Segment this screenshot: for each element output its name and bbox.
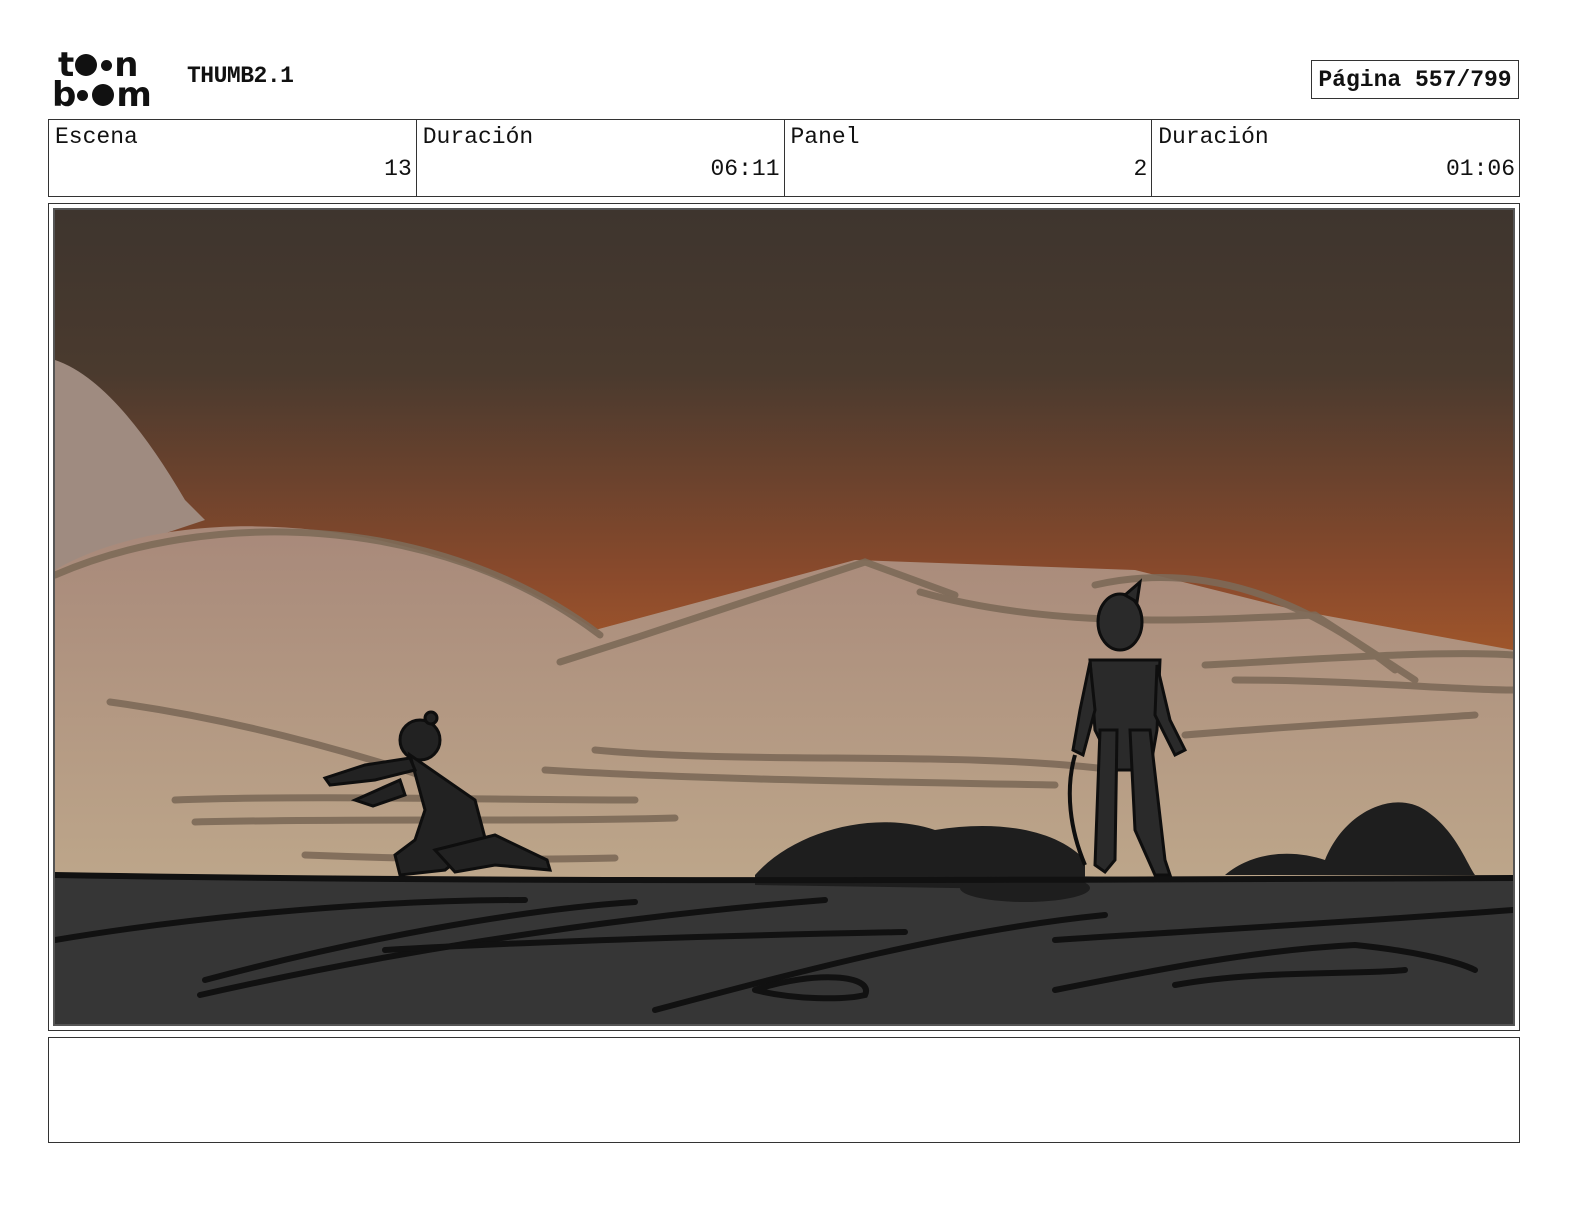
notes-box	[48, 1037, 1520, 1143]
desert-scene-drawing	[55, 210, 1513, 1024]
scene-cell: Escena 13	[49, 120, 417, 196]
scene-duration-label: Duración	[422, 124, 534, 150]
toonboom-logo: t n b m	[52, 48, 164, 115]
scene-value: 13	[384, 156, 412, 182]
panel-cell: Panel 2	[785, 120, 1153, 196]
panel-image	[53, 208, 1515, 1026]
panel-duration-value: 01:06	[1445, 156, 1515, 182]
panel-label: Panel	[790, 124, 860, 150]
storyboard-frame	[48, 203, 1520, 1031]
info-table: Escena 13 Duración 06:11 Panel 2 Duració…	[48, 119, 1520, 197]
scene-label: Escena	[55, 124, 138, 150]
scene-duration-cell: Duración 06:11	[417, 120, 785, 196]
page-number: Página 557/799	[1311, 60, 1519, 99]
logo-line-bottom: b m	[52, 75, 152, 115]
panel-value: 2	[1133, 156, 1148, 182]
scene-duration-value: 06:11	[710, 156, 780, 182]
panel-duration-label: Duración	[1158, 124, 1269, 150]
document-title: THUMB2.1	[187, 63, 294, 89]
panel-duration-cell: Duración 01:06	[1152, 120, 1519, 196]
